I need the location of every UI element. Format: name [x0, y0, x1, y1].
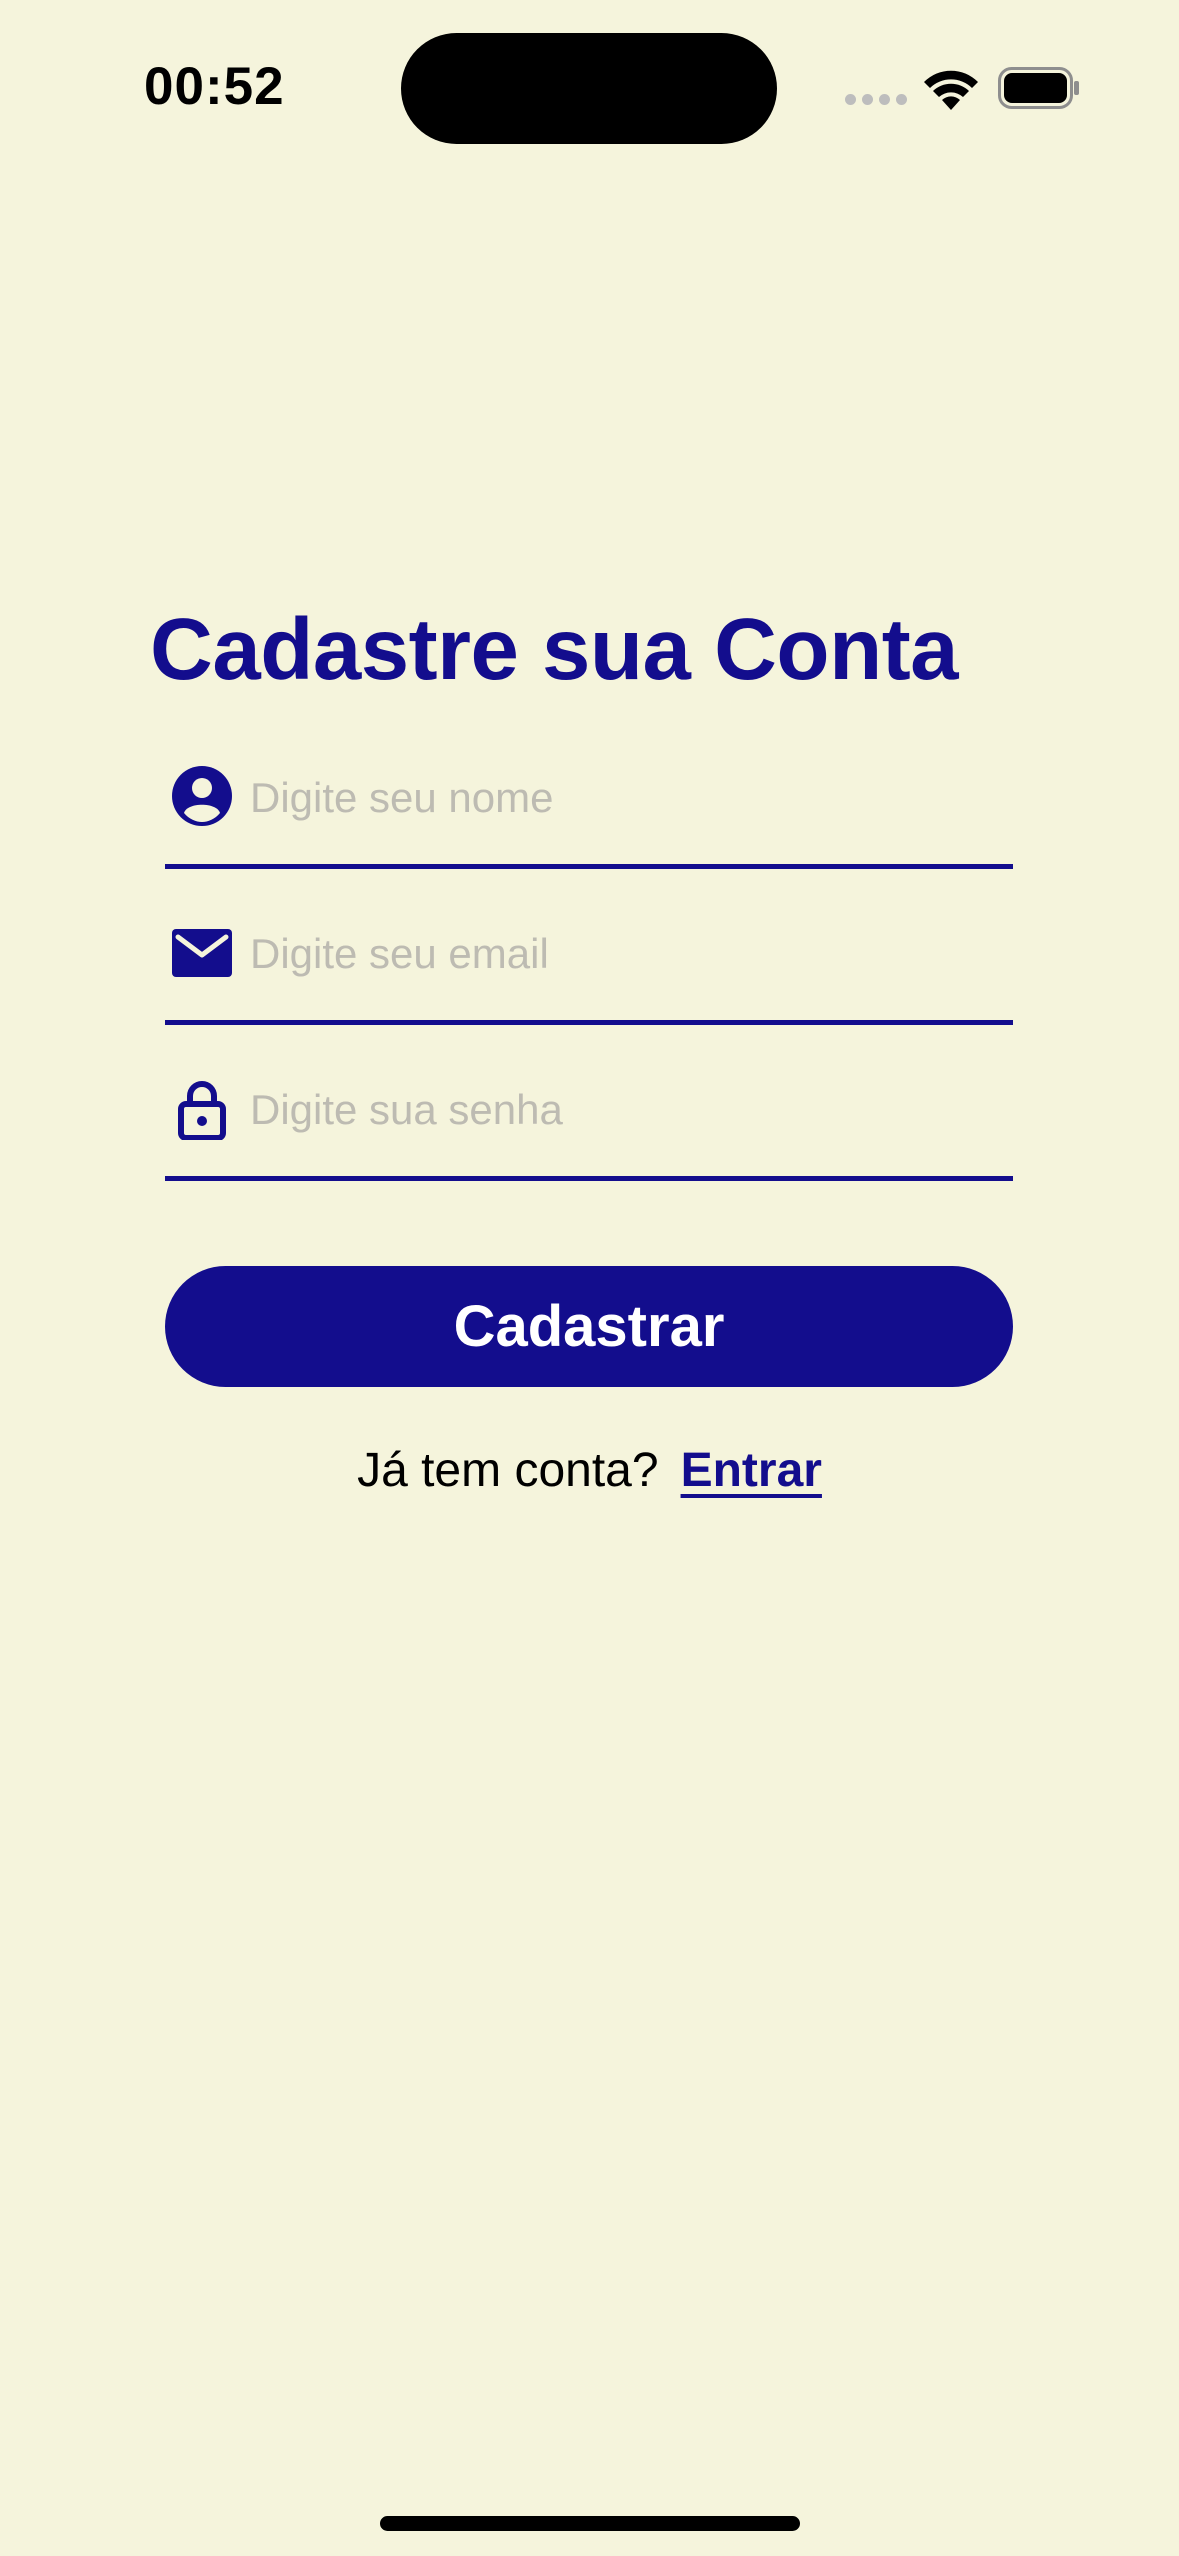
email-field: [165, 920, 1013, 1025]
envelope-icon: [172, 929, 232, 977]
name-input[interactable]: [250, 768, 990, 828]
home-indicator[interactable]: [380, 2516, 800, 2531]
dynamic-island: [401, 33, 777, 144]
login-prompt-text: Já tem conta?: [357, 1444, 659, 1497]
password-field: [165, 1076, 1013, 1181]
lock-icon: [178, 1081, 226, 1140]
login-link[interactable]: Entrar: [681, 1444, 822, 1497]
wifi-icon: [924, 70, 978, 110]
email-input[interactable]: [250, 924, 990, 984]
signup-screen: 00:52 Cadastre sua Conta Digite seu nome…: [0, 0, 1179, 2556]
page-title: Cadastre sua Conta: [150, 601, 959, 698]
cellular-signal-icon: [845, 94, 907, 106]
status-time: 00:52: [144, 57, 285, 116]
register-button[interactable]: Cadastrar: [165, 1266, 1013, 1387]
battery-icon: [998, 67, 1079, 109]
name-field: [165, 764, 1013, 869]
login-prompt-row: Já tem conta? Entrar: [0, 1443, 1179, 1498]
password-input[interactable]: [250, 1080, 990, 1140]
user-circle-icon: [172, 766, 232, 826]
